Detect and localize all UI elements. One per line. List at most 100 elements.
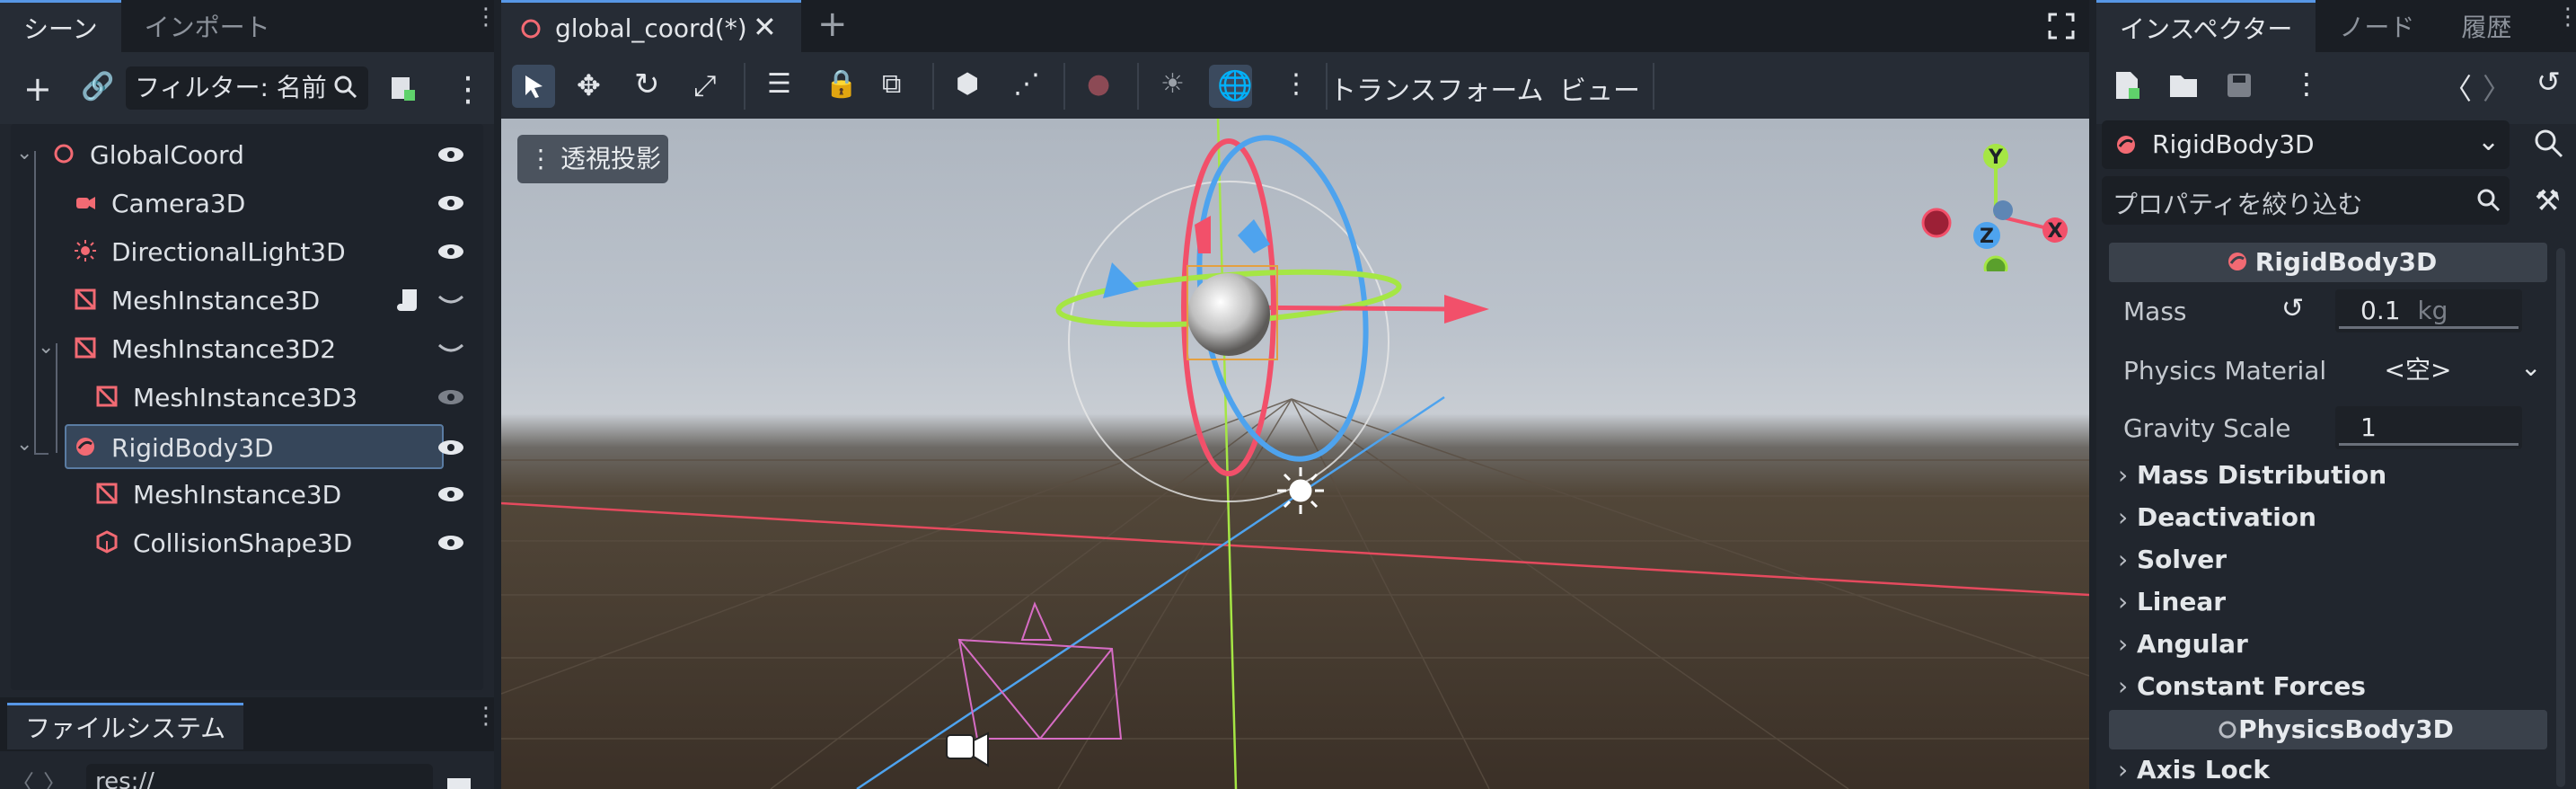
new-resource-icon[interactable]	[2113, 70, 2141, 101]
physics-material-field[interactable]: <空>	[2335, 349, 2501, 392]
script-icon[interactable]	[397, 288, 420, 313]
view-menu[interactable]: ビュー	[1559, 68, 1640, 108]
filesystem-menu-icon[interactable]: ⋮	[474, 705, 498, 739]
group-constant-forces[interactable]: › Constant Forces	[2118, 671, 2366, 701]
node-help-icon[interactable]	[2533, 128, 2565, 160]
instantiate-scene-icon[interactable]	[388, 74, 417, 102]
mass-slider[interactable]	[2339, 326, 2519, 329]
tab-filesystem[interactable]: ファイルシステム	[7, 703, 244, 749]
tab-history[interactable]: 履歴	[2438, 0, 2535, 52]
group-angular[interactable]: › Angular	[2118, 629, 2248, 659]
collision-shape-icon	[96, 530, 118, 554]
3d-viewport[interactable]: ⋮ 透視投影 Y Z X	[501, 119, 2089, 789]
nav-back-icon[interactable]: 〈	[11, 766, 34, 789]
tree-item-directionallight3d[interactable]: DirectionalLight3D	[11, 228, 483, 273]
link-icon[interactable]: 🔗	[81, 74, 114, 101]
group-button[interactable]: ⧉	[873, 65, 916, 108]
kebab-icon: ⋮	[1283, 68, 1310, 100]
group-linear[interactable]: › Linear	[2118, 587, 2226, 616]
group-mass-distribution[interactable]: › Mass Distribution	[2118, 460, 2386, 490]
tree-item-meshinstance3d-child[interactable]: MeshInstance3D	[11, 471, 483, 516]
view-mode-icon[interactable]	[447, 778, 471, 789]
snap-button[interactable]: ⋰	[1004, 65, 1047, 108]
gravity-slider[interactable]	[2339, 443, 2519, 446]
dock-menu-icon[interactable]: ⋮	[474, 5, 498, 40]
tree-item-camera3d[interactable]: Camera3D	[11, 180, 483, 225]
node-selector[interactable]: RigidBody3D ⌄	[2102, 120, 2510, 169]
tab-import[interactable]: インポート	[121, 0, 294, 52]
kebab-icon[interactable]: ⋮	[2292, 66, 2321, 101]
visibility-eye-icon[interactable]	[437, 485, 465, 503]
tools-icon[interactable]: ⚒	[2535, 183, 2561, 217]
select-tool-button[interactable]	[512, 65, 555, 108]
filesystem-path-input[interactable]: res://	[86, 764, 433, 789]
visibility-eye-icon[interactable]	[437, 534, 465, 552]
chevron-down-icon: ⌄	[2477, 126, 2501, 157]
rotate-icon: ↻	[634, 66, 660, 102]
property-filter-input[interactable]: プロパティを絞り込む	[2102, 176, 2510, 225]
gravity-scale-field[interactable]: 1	[2335, 406, 2522, 449]
scale-tool-button[interactable]: ⤢	[684, 65, 728, 108]
add-node-icon[interactable]: +	[23, 72, 52, 106]
collapse-arrow-icon[interactable]: ⌄	[16, 142, 32, 164]
revert-icon[interactable]: ↺	[2281, 293, 2304, 324]
tab-node[interactable]: ノード	[2316, 0, 2438, 52]
list-select-button[interactable]: ☰	[758, 65, 801, 108]
globe-icon: 🌐	[1217, 68, 1253, 102]
perspective-menu-button[interactable]: ⋮ 透視投影	[517, 135, 668, 183]
tree-item-meshinstance3d[interactable]: MeshInstance3D	[11, 277, 483, 322]
save-icon[interactable]	[2226, 72, 2253, 99]
collapse-arrow-icon[interactable]: ⌄	[38, 336, 54, 359]
camera-gizmo-icon	[946, 731, 989, 767]
group-axis-lock[interactable]: › Axis Lock	[2118, 755, 2270, 785]
tree-item-globalcoord[interactable]: ⌄ GlobalCoord	[11, 131, 483, 176]
history-back-icon[interactable]: 〈	[2443, 66, 2472, 108]
preview-environment-button[interactable]: 🌐	[1209, 65, 1253, 108]
hidden-eye-icon[interactable]	[437, 293, 465, 311]
lock-button[interactable]: 🔒	[816, 65, 859, 108]
visibility-eye-icon[interactable]	[437, 146, 465, 164]
add-tab-icon[interactable]: +	[817, 4, 848, 45]
preview-camera-button[interactable]: ●	[1078, 65, 1121, 108]
preview-sun-button[interactable]: ☀	[1151, 65, 1195, 108]
chevron-down-icon[interactable]: ⌄	[2520, 352, 2541, 382]
view-orientation-gizmo[interactable]: Y Z X	[1920, 137, 2073, 271]
mass-unit: kg	[2417, 296, 2448, 325]
rotate-tool-button[interactable]: ↻	[627, 65, 670, 108]
scene-tab-label: global_coord(*)	[555, 13, 747, 43]
distraction-free-icon[interactable]	[2048, 13, 2075, 40]
mass-field[interactable]: 0.1 kg	[2335, 289, 2522, 332]
search-icon	[334, 75, 357, 99]
nav-forward-icon[interactable]: 〉	[43, 766, 66, 789]
visibility-eye-icon[interactable]	[437, 194, 465, 212]
tree-item-collisionshape3d[interactable]: CollisionShape3D	[11, 519, 483, 564]
move-tool-button[interactable]: ✥	[569, 65, 613, 108]
local-space-button[interactable]: ⬢	[947, 65, 990, 108]
group-solver[interactable]: › Solver	[2118, 545, 2227, 574]
inspector-menu-icon[interactable]: ⋮	[2556, 5, 2576, 40]
history-forward-icon[interactable]: 〉	[2483, 66, 2511, 108]
scale-icon: ⤢	[693, 68, 717, 102]
tab-inspector[interactable]: インスペクター	[2096, 0, 2316, 52]
scene-menu-icon[interactable]: ⋮	[451, 72, 485, 106]
visibility-eye-icon-dim[interactable]	[437, 388, 465, 406]
object-history-icon[interactable]: ↺	[2536, 65, 2561, 99]
scene-tab-global-coord[interactable]: global_coord(*) ✕	[501, 0, 801, 52]
group-deactivation[interactable]: › Deactivation	[2118, 502, 2316, 532]
visibility-eye-icon[interactable]	[437, 439, 465, 457]
environment-menu-button[interactable]: ⋮	[1266, 65, 1310, 108]
tree-item-meshinstance3d3[interactable]: MeshInstance3D3	[11, 374, 483, 419]
kebab-icon: ⋮	[528, 144, 553, 173]
collapse-arrow-icon[interactable]: ⌄	[16, 433, 32, 456]
search-icon	[2477, 189, 2501, 212]
visibility-eye-icon[interactable]	[437, 243, 465, 261]
tree-item-meshinstance3d2[interactable]: ⌄ MeshInstance3D2	[11, 325, 483, 370]
open-folder-icon[interactable]	[2168, 72, 2199, 99]
tree-item-rigidbody3d[interactable]: ⌄ RigidBody3D	[11, 422, 483, 469]
close-tab-icon[interactable]: ✕	[753, 10, 777, 44]
tab-scene[interactable]: シーン	[0, 0, 121, 52]
transform-menu[interactable]: トランスフォーム	[1329, 68, 1544, 108]
hidden-eye-icon[interactable]	[437, 341, 465, 359]
scene-filter-input[interactable]: フィルター: 名前	[126, 66, 368, 110]
inspector-scrollbar[interactable]	[2556, 248, 2565, 787]
